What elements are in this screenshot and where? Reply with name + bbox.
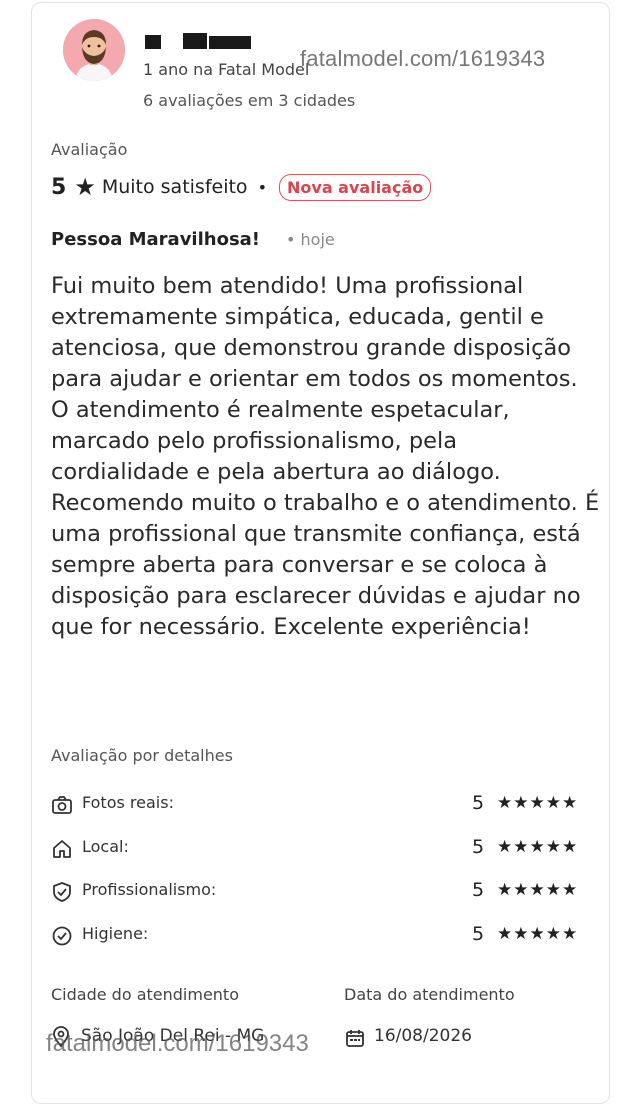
review-body: Fui muito bem atendido! Uma profissional… [51,273,600,640]
rating-row: 5 ★ Muito satisfeito • Nova avaliação [51,171,432,203]
reviews-count: 6 avaliações em 3 cidades [143,91,356,110]
redacted-name [145,33,255,51]
detail-label: Higiene: [82,924,149,943]
check-circle-icon [52,926,72,946]
date-value: 16/08/2026 [374,1026,472,1046]
rating-section-label: Avaliação [51,140,128,159]
calendar-icon [346,1030,364,1047]
detail-score: 5 [472,792,485,814]
rating-score: 5 [51,174,67,200]
stars-icon: ★★★★★ [497,837,579,857]
detail-label: Profissionalismo: [82,880,217,899]
watermark: fatalmodel.com/1619343 [300,46,546,71]
detail-score: 5 [472,923,485,945]
city-label: Cidade do atendimento [51,985,239,1004]
stars-icon: ★★★★★ [497,924,579,944]
detail-row-fotos-reais: Fotos reais: 5 ★★★★★ [51,792,591,818]
detail-label: Local: [82,837,129,856]
rating-label: Muito satisfeito [101,176,248,198]
watermark-bottom: fatalmodel.com/1619343 [46,1030,309,1057]
avatar[interactable] [63,19,125,81]
review-title: Pessoa Maravilhosa! [51,229,261,250]
review-header: Pessoa Maravilhosa! • hoje [51,229,335,250]
detail-row-higiene: Higiene: 5 ★★★★★ [51,923,591,949]
detail-row-profissionalismo: Profissionalismo: 5 ★★★★★ [51,879,591,905]
home-icon [53,840,71,858]
review-date: • hoje [286,230,335,249]
detail-score: 5 [472,836,485,858]
detail-label: Fotos reais: [82,793,174,812]
detail-row-local: Local: 5 ★★★★★ [51,836,591,862]
stars-icon: ★★★★★ [497,793,579,813]
date-label: Data do atendimento [344,985,515,1004]
camera-icon [52,796,72,814]
shield-check-icon [53,882,71,902]
details-section-label: Avaliação por detalhes [51,746,233,765]
separator-dot: • [257,177,267,197]
star-icon: ★ [74,173,96,201]
new-review-badge: Nova avaliação [279,173,432,201]
stars-icon: ★★★★★ [497,880,579,900]
detail-score: 5 [472,879,485,901]
user-avatar-icon [63,19,125,81]
member-since: 1 ano na Fatal Model [143,60,310,79]
